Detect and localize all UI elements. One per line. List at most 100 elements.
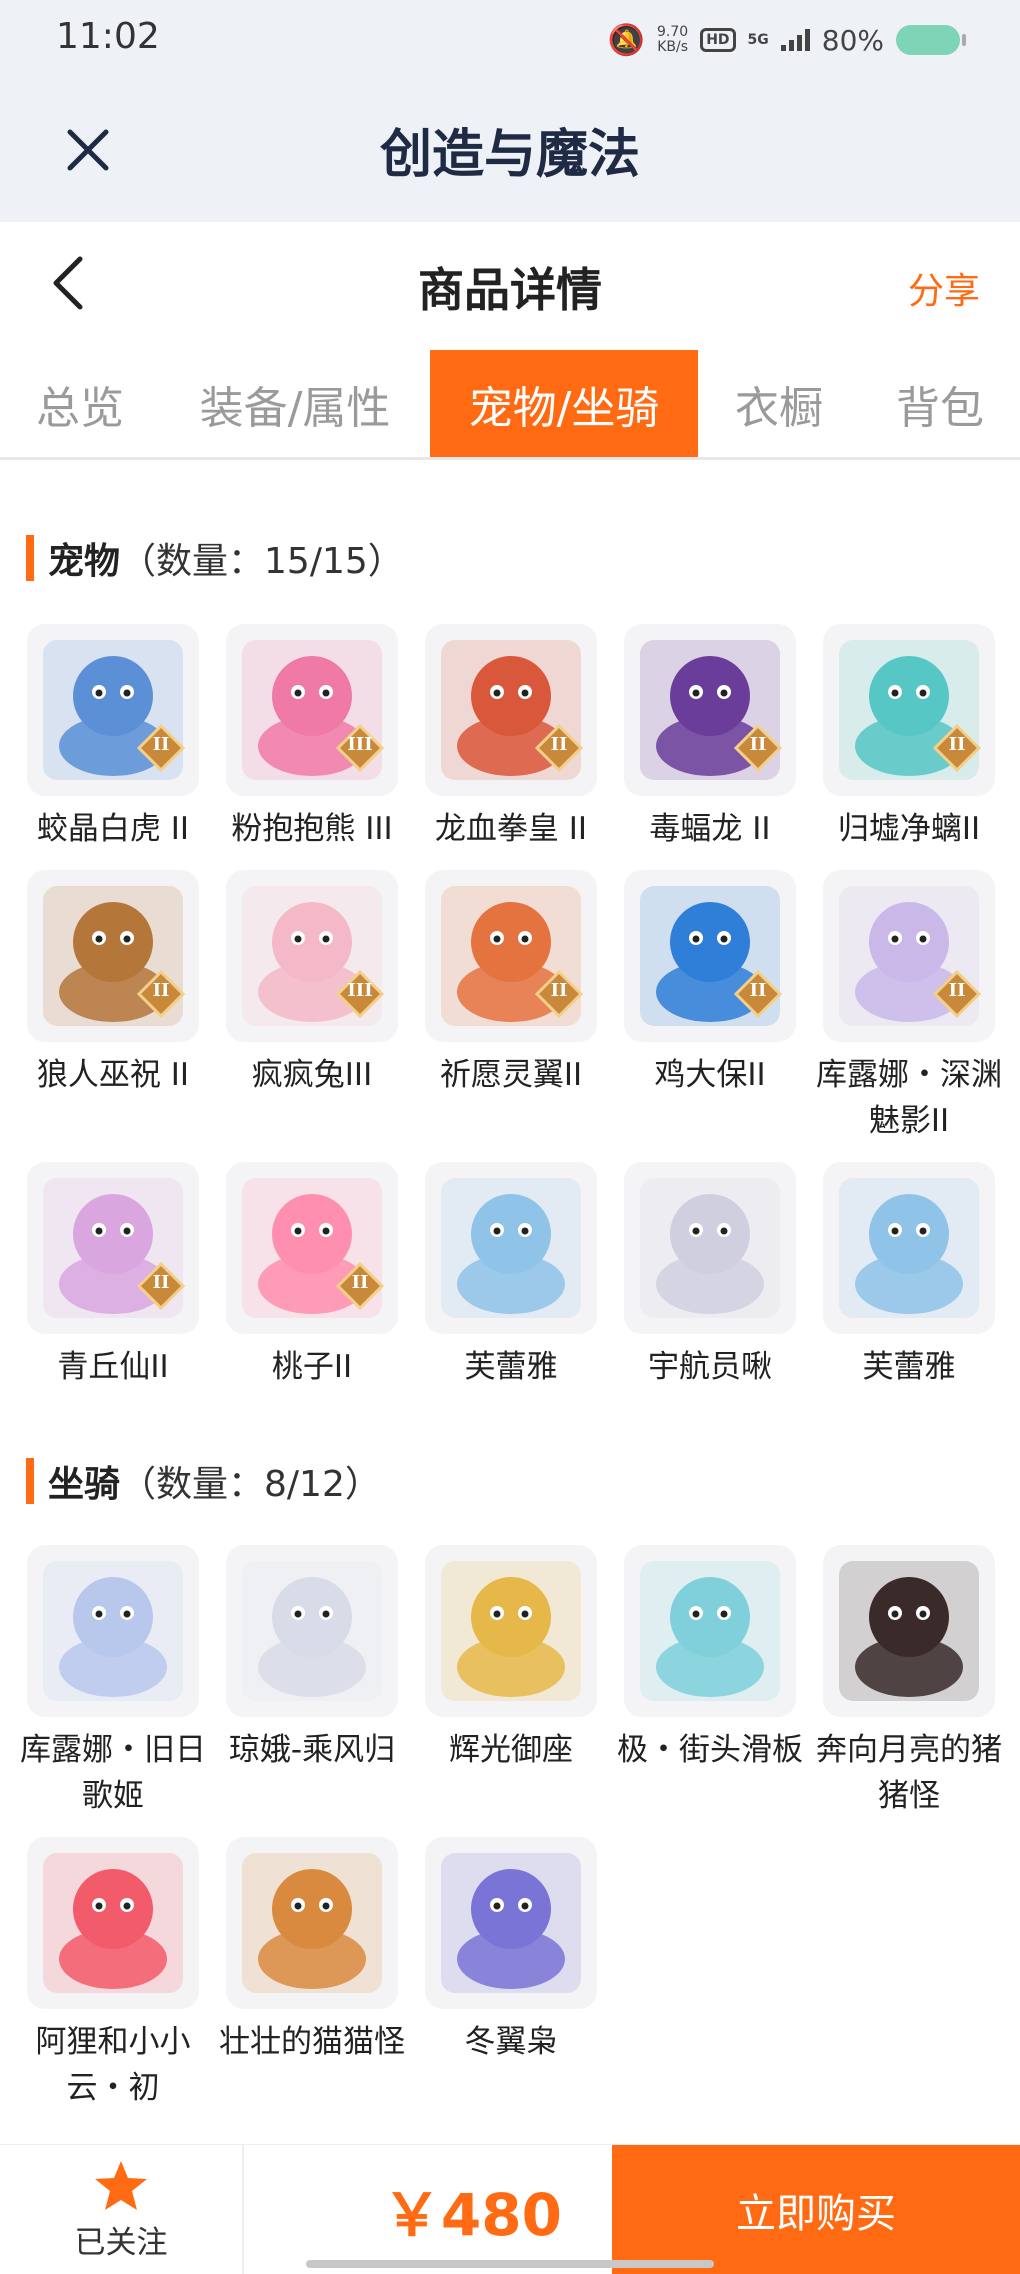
grid-item[interactable]: II 青丘仙II — [27, 1162, 199, 1406]
grid-item[interactable]: 奔向月亮的猪猪怪 — [816, 1545, 1002, 1837]
app-top-bar: 11:02 🔕 9.70 KB/s HD 5G 80% 创造与魔法 — [0, 0, 1020, 222]
star-icon — [95, 2160, 147, 2210]
rank-badge: II — [948, 980, 966, 1001]
item-label: 库露娜・旧日歌姬 — [20, 1732, 206, 1814]
item-label: 桃子II — [271, 1349, 353, 1385]
network-speed-value: 9.70 — [657, 24, 689, 40]
grid-item[interactable]: II 归墟净螭II — [823, 624, 995, 870]
grid-item[interactable]: 极・街头滑板 — [617, 1545, 803, 1837]
grid-item[interactable]: 库露娜・旧日歌姬 — [20, 1545, 206, 1837]
moon-pig-icon — [823, 1545, 995, 1717]
chicken-boss-icon: II — [624, 870, 796, 1042]
share-button[interactable]: 分享 — [908, 262, 980, 314]
signal-icon — [780, 29, 810, 51]
grid-item[interactable]: 芙蕾雅 — [425, 1162, 597, 1406]
tab-bar: 总览 装备/属性 宠物/坐骑 衣橱 背包 — [0, 350, 1020, 460]
network-speed-unit: KB/s — [657, 39, 688, 55]
rank-badge: II — [749, 734, 767, 755]
rank-badge: II — [152, 1272, 170, 1293]
rank-badge: II — [749, 980, 767, 1001]
qingqiu-fairy-icon: II — [27, 1162, 199, 1334]
item-label: 冬翼枭 — [464, 2024, 558, 2060]
poison-bat-dragon-icon: II — [624, 624, 796, 796]
mounts-grid: 库露娜・旧日歌姬 琼娥-乘风归 辉光御座 极・街头滑板 奔向月亮的猪猪怪阿狸和小小云・初… — [20, 1545, 1002, 2129]
grid-item[interactable]: II 狼人巫祝 II — [27, 870, 199, 1162]
status-time: 11:02 — [56, 16, 160, 57]
grid-item[interactable]: II 毒蝠龙 II — [624, 624, 796, 870]
price: ￥480 — [382, 2181, 562, 2249]
freya-icon — [425, 1162, 597, 1334]
section-accent-bar — [26, 1458, 34, 1504]
app-title: 创造与魔法 — [379, 125, 640, 185]
tab-overview[interactable]: 总览 — [0, 350, 160, 457]
status-bar: 11:02 🔕 9.70 KB/s HD 5G 80% — [0, 0, 1020, 80]
ali-cloud-icon — [27, 1837, 199, 2009]
page-header: 商品详情 分享 — [0, 222, 1020, 350]
grid-item[interactable]: 宇航员啾 — [624, 1162, 796, 1406]
item-label: 壮壮的猫猫怪 — [219, 2024, 405, 2060]
item-label: 鸡大保II — [654, 1057, 766, 1093]
mounts-section-header: 坐骑 （数量：8/12） — [26, 1455, 381, 1507]
rank-badge: II — [550, 734, 568, 755]
skateboard-icon — [624, 1545, 796, 1717]
item-label: 狼人巫祝 II — [36, 1057, 190, 1093]
werewolf-shaman-icon: II — [27, 870, 199, 1042]
tab-backpack[interactable]: 背包 — [860, 350, 1020, 457]
rank-badge: II — [550, 980, 568, 1001]
item-label: 祈愿灵翼II — [439, 1057, 583, 1093]
tab-equipment[interactable]: 装备/属性 — [160, 350, 430, 457]
section-accent-bar — [26, 535, 34, 581]
item-label: 芙蕾雅 — [464, 1349, 558, 1385]
item-label: 阿狸和小小云・初 — [35, 2024, 191, 2106]
grid-item[interactable]: 芙蕾雅 — [823, 1162, 995, 1406]
grid-item[interactable]: III 粉抱抱熊 III — [226, 624, 398, 870]
battery-icon — [896, 25, 966, 55]
item-label: 粉抱抱熊 III — [231, 811, 393, 847]
rank-badge: II — [948, 734, 966, 755]
qiong-e-icon — [226, 1545, 398, 1717]
grid-item[interactable]: 壮壮的猫猫怪 — [219, 1837, 405, 2129]
grid-item[interactable]: II 祈愿灵翼II — [425, 870, 597, 1162]
item-label: 库露娜・深渊魅影II — [816, 1057, 1002, 1139]
grid-item[interactable]: 琼娥-乘风归 — [226, 1545, 398, 1837]
follow-button[interactable]: 已关注 — [0, 2145, 244, 2274]
item-label: 芙蕾雅 — [862, 1349, 956, 1385]
wish-wing-bird-icon: II — [425, 870, 597, 1042]
buy-now-button[interactable]: 立即购买 — [612, 2145, 1020, 2274]
grid-item[interactable]: 冬翼枭 — [425, 1837, 597, 2129]
peach-cat-icon: II — [226, 1162, 398, 1334]
grid-item[interactable]: II 蛟晶白虎 II — [27, 624, 199, 870]
jade-serpent-icon: II — [823, 624, 995, 796]
rank-badge: III — [347, 734, 373, 755]
item-label: 归墟净螭II — [837, 811, 981, 847]
rank-badge: II — [152, 734, 170, 755]
pets-grid: II 蛟晶白虎 II III 粉抱抱熊 III II 龙血拳皇 II II 毒蝠龙 II II 归… — [27, 624, 1002, 1406]
item-label: 疯疯兔III — [251, 1057, 373, 1093]
grid-item[interactable]: II 龙血拳皇 II — [425, 624, 597, 870]
item-label: 辉光御座 — [449, 1732, 573, 1768]
status-icons: 🔕 9.70 KB/s HD 5G 80% — [608, 20, 966, 60]
item-label: 琼娥-乘风归 — [228, 1732, 396, 1768]
network-type: 5G — [747, 32, 769, 48]
kuluna-abyss-icon: II — [823, 870, 995, 1042]
grid-item[interactable]: 辉光御座 — [425, 1545, 597, 1837]
tab-pets-mounts[interactable]: 宠物/坐骑 — [430, 350, 698, 457]
item-label: 青丘仙II — [57, 1349, 169, 1385]
white-tiger-icon: II — [27, 624, 199, 796]
grid-item[interactable]: II 鸡大保II — [624, 870, 796, 1162]
grid-item[interactable]: II 桃子II — [226, 1162, 398, 1406]
follow-label: 已关注 — [74, 2224, 168, 2261]
pets-section-title: 宠物 — [48, 541, 121, 582]
bottom-action-bar: 已关注 ￥480 立即购买 — [0, 2144, 1020, 2274]
tab-wardrobe[interactable]: 衣橱 — [698, 350, 860, 457]
page-title: 商品详情 — [418, 263, 602, 317]
crazy-rabbit-icon: III — [226, 870, 398, 1042]
mounts-section-count: （数量：8/12） — [120, 1464, 381, 1505]
item-label: 龙血拳皇 II — [434, 811, 588, 847]
grid-item[interactable]: II 库露娜・深渊魅影II — [816, 870, 1002, 1162]
grid-item[interactable]: 阿狸和小小云・初 — [27, 1837, 199, 2129]
item-label: 蛟晶白虎 II — [36, 811, 190, 847]
pets-section-count: （数量：15/15） — [120, 541, 404, 582]
grid-item[interactable]: III 疯疯兔III — [226, 870, 398, 1162]
kuluna-singer-icon — [27, 1545, 199, 1717]
